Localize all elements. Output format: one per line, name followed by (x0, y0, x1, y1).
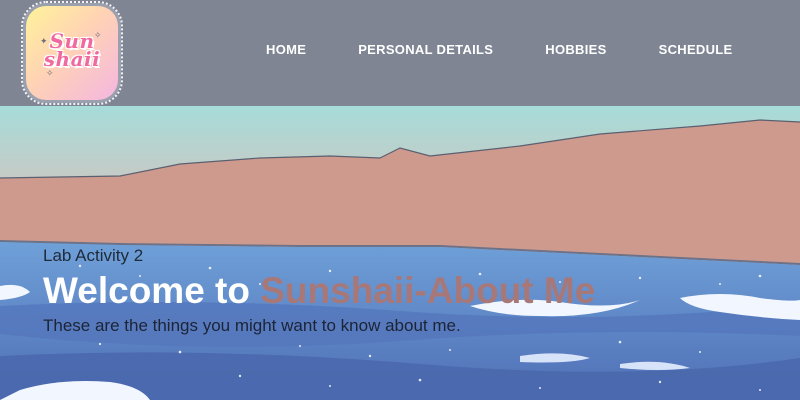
hero-subtitle: These are the things you might want to k… (43, 316, 461, 335)
welcome-accent: Sunshaii-About Me (260, 270, 596, 311)
main-nav: HOME PERSONAL DETAILS HOBBIES SCHEDULE (266, 42, 733, 60)
lab-title: Lab Activity 2 (43, 246, 144, 265)
nav-item-personal-details[interactable]: PERSONAL DETAILS (358, 42, 493, 60)
welcome-prefix: Welcome to (43, 270, 261, 311)
hero-text-block: Lab Activity 2 Welcome to Sunshaii-About… (43, 246, 595, 335)
header-bar: ✦ ✧ ✧ Sun shaii HOME PERSONAL DETAILS HO… (0, 0, 800, 106)
nav-item-home[interactable]: HOME (266, 42, 306, 60)
welcome-heading: Welcome to Sunshaii-About Me (43, 270, 595, 312)
logo-text: Sun shaii (43, 29, 101, 71)
nav-item-hobbies[interactable]: HOBBIES (545, 42, 606, 60)
site-logo[interactable]: ✦ ✧ ✧ Sun shaii (21, 1, 123, 105)
hero-banner: Lab Activity 2 Welcome to Sunshaii-About… (0, 106, 800, 400)
nav-item-schedule[interactable]: SCHEDULE (659, 42, 733, 60)
